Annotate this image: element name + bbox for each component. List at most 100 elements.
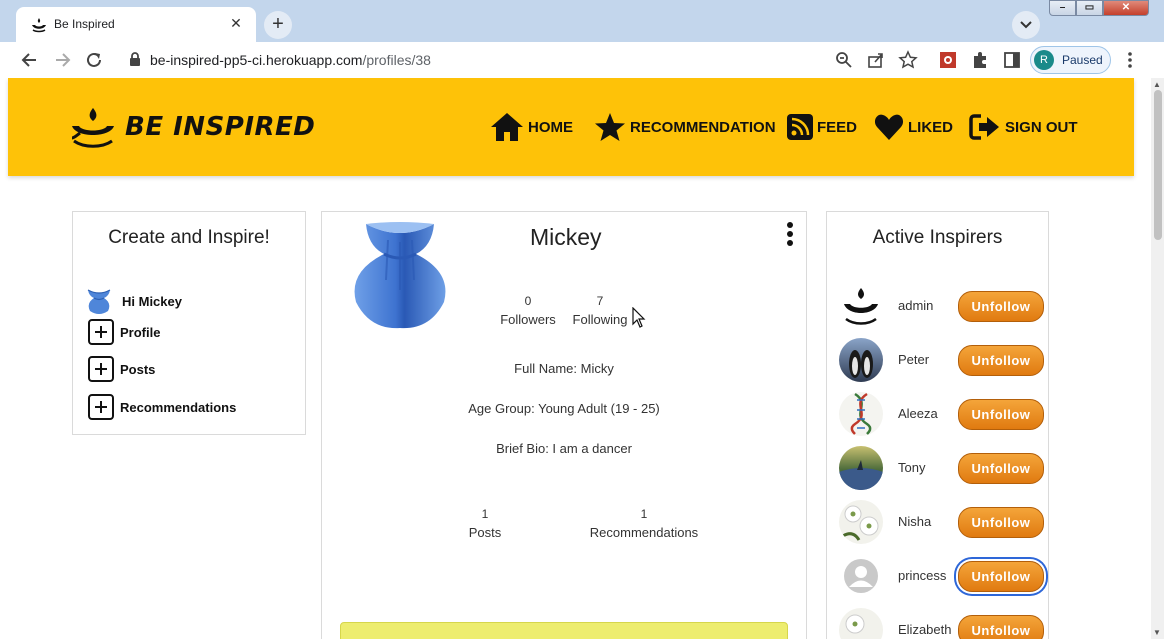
avatar[interactable] bbox=[839, 284, 883, 328]
rss-icon bbox=[787, 114, 813, 140]
following-label: Following bbox=[572, 312, 628, 327]
url-host: be-inspired-pp5-ci.herokuapp.com bbox=[150, 52, 363, 68]
scroll-down-icon[interactable]: ▼ bbox=[1153, 628, 1161, 637]
flowers-avatar-image bbox=[845, 614, 865, 634]
lamp-avatar-icon bbox=[839, 284, 883, 328]
flowers-avatar-image bbox=[842, 505, 879, 541]
nav-liked-link[interactable]: LIKED bbox=[874, 112, 953, 142]
share-icon[interactable] bbox=[866, 50, 886, 70]
list-item: admin Unfollow bbox=[839, 284, 1049, 330]
profile-options-icon[interactable] bbox=[785, 222, 795, 248]
list-item: Tony Unfollow bbox=[839, 446, 1049, 492]
full-name-text: Full Name: Micky bbox=[514, 361, 614, 376]
followers-stat: 0 Followers bbox=[498, 294, 558, 327]
inspirer-name: Nisha bbox=[898, 514, 932, 529]
dna-avatar-image bbox=[850, 392, 872, 435]
tab-search-button[interactable] bbox=[1012, 11, 1040, 39]
list-item: princess Unfollow bbox=[839, 554, 1049, 600]
profile-name: Mickey bbox=[530, 224, 602, 250]
nav-home-link[interactable]: HOME bbox=[490, 112, 573, 142]
window-close-button[interactable]: ✕ bbox=[1103, 0, 1149, 16]
avatar[interactable] bbox=[839, 500, 883, 544]
scroll-up-icon[interactable]: ▲ bbox=[1153, 80, 1161, 89]
unfollow-button[interactable]: Unfollow bbox=[958, 615, 1044, 639]
sidebar-item-posts[interactable]: Posts bbox=[88, 356, 155, 382]
puzzle-extensions-icon[interactable] bbox=[970, 50, 990, 70]
sidebar-item-profile[interactable]: Profile bbox=[88, 319, 160, 345]
list-item: Aleeza Unfollow bbox=[839, 392, 1049, 438]
plus-icon bbox=[88, 356, 114, 382]
unfollow-button[interactable]: Unfollow bbox=[958, 561, 1044, 592]
post-preview-bar[interactable] bbox=[340, 622, 788, 639]
lamp-logo-icon bbox=[71, 108, 114, 148]
avatar[interactable] bbox=[839, 338, 883, 382]
inspirer-name: admin bbox=[898, 298, 934, 313]
inspirer-name: princess bbox=[898, 568, 947, 583]
url-path: /profiles/38 bbox=[362, 52, 431, 68]
window-minimize-button[interactable]: – bbox=[1049, 0, 1076, 16]
zoom-icon[interactable] bbox=[834, 50, 854, 70]
recommendations-label: Recommendations bbox=[589, 525, 699, 540]
page-scrollbar[interactable]: ▲ ▼ bbox=[1151, 78, 1164, 639]
sidebar-item-recommendations[interactable]: Recommendations bbox=[88, 394, 236, 420]
unfollow-button[interactable]: Unfollow bbox=[958, 453, 1044, 484]
reload-icon[interactable] bbox=[84, 50, 104, 70]
nav-recommendation-link[interactable]: RECOMMENDATION bbox=[594, 112, 776, 142]
web-page: BE INSPIRED HOME RECOMMENDATION FEED LIK… bbox=[0, 78, 1151, 639]
following-count: 7 bbox=[596, 294, 604, 308]
profile-pill-button[interactable]: R Paused bbox=[1030, 46, 1111, 74]
nav-feed-label: FEED bbox=[817, 118, 858, 136]
star-icon bbox=[595, 113, 625, 141]
plus-icon bbox=[88, 319, 114, 345]
plus-icon bbox=[88, 394, 114, 420]
avatar[interactable] bbox=[839, 392, 883, 436]
profile-status: Paused bbox=[1062, 53, 1103, 67]
list-item: Elizabeth Unfollow bbox=[839, 608, 1049, 639]
nav-sign-out-link[interactable]: SIGN OUT bbox=[969, 112, 1078, 142]
nav-feed-link[interactable]: FEED bbox=[787, 112, 857, 142]
sidebar-item-label: Recommendations bbox=[120, 399, 237, 415]
penguins-avatar-image bbox=[849, 350, 873, 378]
window-maximize-button[interactable]: ▭ bbox=[1076, 0, 1103, 16]
mouse-cursor-icon bbox=[632, 307, 646, 328]
unfollow-button[interactable]: Unfollow bbox=[958, 345, 1044, 376]
tab-title: Be Inspired bbox=[54, 17, 115, 31]
unfollow-button[interactable]: Unfollow bbox=[958, 291, 1044, 322]
bookmark-star-icon[interactable] bbox=[898, 50, 918, 70]
unfollow-button[interactable]: Unfollow bbox=[958, 399, 1044, 430]
inspirer-name: Tony bbox=[898, 460, 926, 475]
posts-label: Posts bbox=[468, 525, 502, 540]
avatar[interactable] bbox=[839, 446, 883, 490]
avatar[interactable] bbox=[839, 554, 883, 598]
nav-recommendation-label: RECOMMENDATION bbox=[630, 118, 776, 136]
inspirer-name: Aleeza bbox=[898, 406, 938, 421]
tab-close-icon[interactable]: ✕ bbox=[226, 13, 246, 33]
create-sidebar-card: Create and Inspire! Hi Mickey Profile Po… bbox=[72, 211, 306, 435]
side-panel-icon[interactable] bbox=[1002, 50, 1022, 70]
sidebar-item-label: Profile bbox=[120, 324, 161, 340]
forward-arrow-icon[interactable] bbox=[52, 50, 72, 70]
address-bar[interactable]: be-inspired-pp5-ci.herokuapp.com/profile… bbox=[150, 52, 431, 68]
followers-count: 0 bbox=[524, 294, 532, 308]
lock-icon[interactable] bbox=[128, 51, 142, 67]
new-tab-button[interactable]: + bbox=[264, 11, 292, 39]
profile-card: Mickey 0 Followers 7 Following Full Name… bbox=[321, 211, 807, 639]
following-stat: 7 Following bbox=[568, 294, 632, 327]
extension-icon[interactable] bbox=[938, 50, 958, 70]
avatar bbox=[87, 289, 111, 314]
greeting-row[interactable]: Hi Mickey bbox=[84, 286, 182, 316]
browser-tab[interactable]: Be Inspired ✕ bbox=[16, 7, 256, 42]
inspirer-name: Peter bbox=[898, 352, 930, 367]
kebab-menu-icon[interactable] bbox=[1120, 50, 1140, 70]
lamp-favicon-icon bbox=[32, 18, 46, 33]
list-item: Nisha Unfollow bbox=[839, 500, 1049, 546]
scrollbar-thumb[interactable] bbox=[1154, 90, 1162, 240]
avatar[interactable] bbox=[839, 608, 883, 639]
greeting-text: Hi Mickey bbox=[122, 293, 182, 309]
unfollow-button[interactable]: Unfollow bbox=[958, 507, 1044, 538]
home-icon bbox=[491, 113, 523, 141]
back-arrow-icon[interactable] bbox=[20, 50, 40, 70]
sidebar-title: Create and Inspire! bbox=[108, 227, 270, 248]
profile-avatar: R bbox=[1034, 50, 1054, 70]
inspirers-title: Active Inspirers bbox=[872, 227, 1003, 248]
